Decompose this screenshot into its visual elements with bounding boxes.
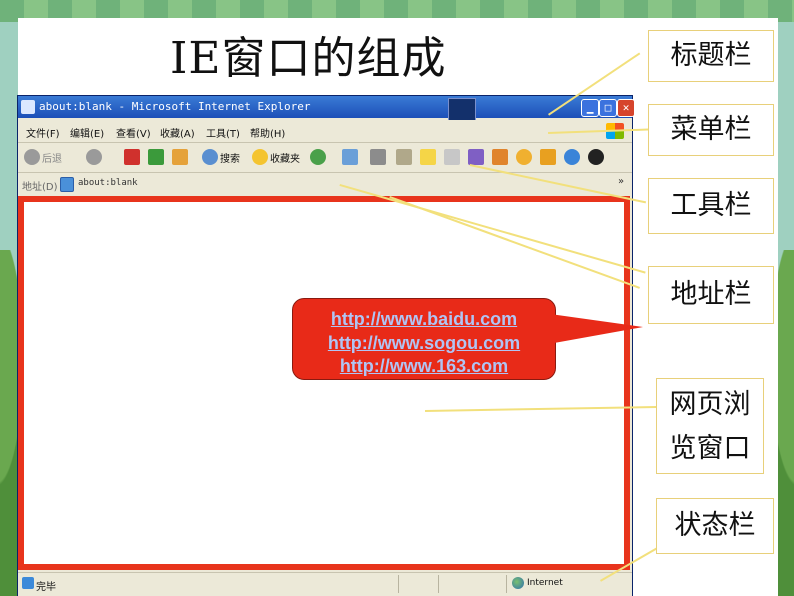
note-icon bbox=[420, 149, 436, 165]
tool-button-1[interactable] bbox=[444, 149, 460, 167]
url-link-163[interactable]: http://www.163.com bbox=[293, 356, 555, 377]
tool-button-4[interactable] bbox=[516, 149, 532, 167]
globe-icon bbox=[564, 149, 580, 165]
home-icon bbox=[172, 149, 188, 165]
status-divider bbox=[398, 575, 399, 593]
close-button[interactable]: ✕ bbox=[617, 99, 635, 117]
warning-icon bbox=[540, 149, 556, 165]
stop-icon bbox=[124, 149, 140, 165]
tool-button-5[interactable] bbox=[540, 149, 556, 167]
zone-text: Internet bbox=[527, 578, 563, 588]
chevron-right-icon[interactable]: » bbox=[618, 176, 624, 187]
history-button[interactable] bbox=[310, 149, 326, 167]
smiley-icon bbox=[516, 149, 532, 165]
back-button[interactable]: 后退 bbox=[24, 149, 62, 167]
url-link-baidu[interactable]: http://www.baidu.com bbox=[293, 309, 555, 330]
menu-edit[interactable]: 编辑(E) bbox=[70, 125, 104, 140]
tool-icon bbox=[444, 149, 460, 165]
home-button[interactable] bbox=[172, 149, 188, 167]
search-icon bbox=[202, 149, 218, 165]
search-button[interactable]: 搜索 bbox=[202, 149, 240, 167]
label-toolbar: 工具栏 bbox=[648, 178, 774, 234]
refresh-icon bbox=[148, 149, 164, 165]
media-icon bbox=[492, 149, 508, 165]
refresh-button[interactable] bbox=[148, 149, 164, 167]
status-text: 完毕 bbox=[36, 582, 56, 593]
ie-page-icon bbox=[21, 100, 35, 114]
internet-zone-icon bbox=[512, 577, 524, 589]
edit-icon bbox=[396, 149, 412, 165]
page-status-icon bbox=[22, 577, 34, 589]
ie-menu-bar: 文件(F) 编辑(E) 查看(V) 收藏(A) 工具(T) 帮助(H) bbox=[18, 120, 632, 143]
address-input[interactable]: about:blank bbox=[78, 178, 138, 188]
penguin-icon bbox=[588, 149, 604, 165]
slide-title: IE窗口的组成 bbox=[170, 33, 447, 84]
forward-button[interactable] bbox=[86, 149, 102, 167]
back-arrow-icon bbox=[24, 149, 40, 165]
label-address-bar: 地址栏 bbox=[648, 266, 774, 324]
ie-title-bar[interactable]: about:blank - Microsoft Internet Explore… bbox=[18, 96, 635, 128]
page-icon bbox=[60, 177, 74, 192]
menu-file[interactable]: 文件(F) bbox=[26, 125, 60, 140]
edit-button[interactable] bbox=[396, 149, 412, 167]
discuss-button[interactable] bbox=[420, 149, 436, 167]
label-browse-window-line1: 网页浏 bbox=[669, 389, 751, 420]
maximize-button[interactable]: □ bbox=[599, 99, 617, 117]
ie-window-title: about:blank - Microsoft Internet Explore… bbox=[39, 100, 311, 113]
history-icon bbox=[310, 149, 326, 165]
menu-tools[interactable]: 工具(T) bbox=[206, 125, 240, 140]
menu-favorites[interactable]: 收藏(A) bbox=[160, 125, 195, 140]
ie-toolbar: 后退 搜索 收藏夹 bbox=[18, 144, 632, 173]
search-label: 搜索 bbox=[220, 153, 240, 165]
label-title-bar: 标题栏 bbox=[648, 30, 774, 82]
favorites-label: 收藏夹 bbox=[270, 153, 300, 165]
favorites-button[interactable]: 收藏夹 bbox=[252, 149, 300, 167]
star-icon bbox=[252, 149, 268, 165]
ie-status-bar: 完毕 Internet bbox=[18, 572, 632, 595]
tool-button-6[interactable] bbox=[564, 149, 580, 167]
print-icon bbox=[370, 149, 386, 165]
callout-pointer bbox=[543, 313, 643, 345]
url-callout: http://www.baidu.com http://www.sogou.co… bbox=[292, 298, 643, 380]
label-browse-window: 网页浏 览窗口 bbox=[656, 378, 764, 474]
ie-address-bar: 地址(D) about:blank » bbox=[18, 174, 632, 194]
minimize-button[interactable]: ▁ bbox=[581, 99, 599, 117]
menu-help[interactable]: 帮助(H) bbox=[250, 125, 285, 140]
label-menu-bar: 菜单栏 bbox=[648, 104, 774, 156]
address-label: 地址(D) bbox=[22, 182, 58, 193]
forward-arrow-icon bbox=[86, 149, 102, 165]
label-status-bar: 状态栏 bbox=[656, 498, 774, 554]
messenger-icon bbox=[468, 149, 484, 165]
back-label: 后退 bbox=[42, 153, 62, 165]
tool-button-3[interactable] bbox=[492, 149, 508, 167]
mail-button[interactable] bbox=[342, 149, 358, 167]
mail-icon bbox=[342, 149, 358, 165]
label-browse-window-line2: 览窗口 bbox=[669, 433, 751, 464]
url-link-sogou[interactable]: http://www.sogou.com bbox=[293, 333, 555, 354]
status-divider bbox=[438, 575, 439, 593]
tool-button-7[interactable] bbox=[588, 149, 604, 167]
print-button[interactable] bbox=[370, 149, 386, 167]
stop-button[interactable] bbox=[124, 149, 140, 167]
menu-view[interactable]: 查看(V) bbox=[116, 125, 151, 140]
status-divider bbox=[506, 575, 507, 593]
